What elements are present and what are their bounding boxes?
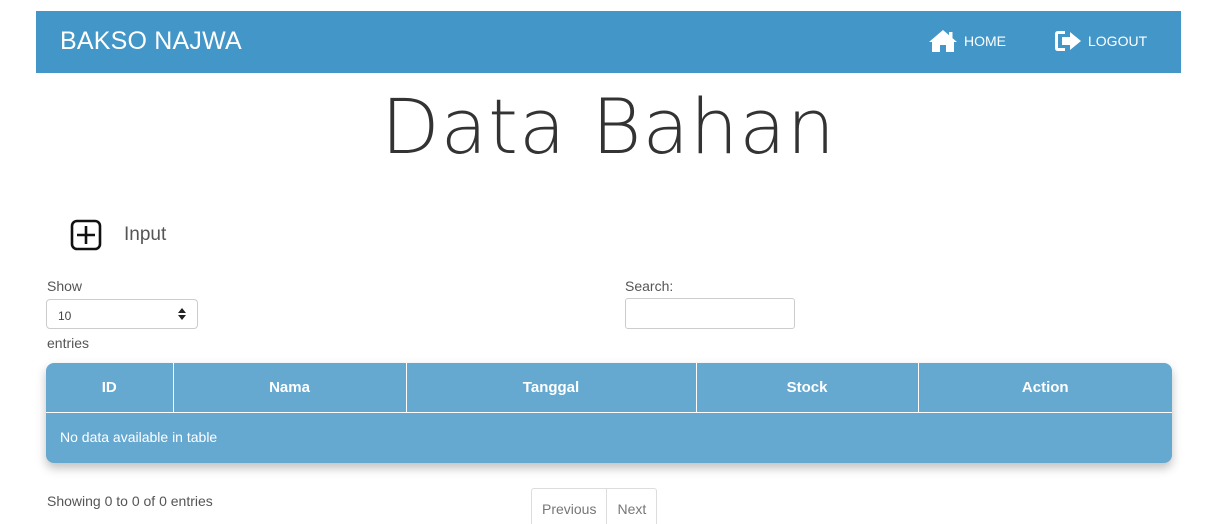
- column-header-nama[interactable]: Nama: [173, 363, 407, 413]
- navbar: BAKSO NAJWA HOME LOGOUT: [36, 11, 1181, 73]
- nav-logout-link[interactable]: LOGOUT: [1054, 26, 1147, 56]
- nav-logout-label: LOGOUT: [1088, 33, 1148, 49]
- pagination: Previous Next: [531, 488, 658, 524]
- nav-home-link[interactable]: HOME: [928, 26, 1006, 56]
- home-icon: [929, 30, 957, 52]
- search-input[interactable]: [625, 298, 795, 329]
- select-caret-icon: [178, 308, 186, 320]
- show-label: Show: [47, 278, 83, 294]
- data-table: ID Nama Tanggal Stock Action No data ava…: [46, 363, 1172, 463]
- entries-label: entries: [47, 335, 90, 351]
- nav-home-label: HOME: [964, 33, 1006, 49]
- table-info: Showing 0 to 0 of 0 entries: [47, 493, 213, 509]
- table-row: No data available in table: [46, 412, 1172, 462]
- column-header-stock[interactable]: Stock: [696, 363, 919, 413]
- page-title: Data Bahan: [381, 82, 836, 171]
- input-label: Input: [124, 224, 167, 245]
- brand-title[interactable]: BAKSO NAJWA: [60, 27, 242, 56]
- search-label: Search:: [625, 278, 674, 294]
- column-header-id[interactable]: ID: [46, 363, 174, 413]
- column-header-action[interactable]: Action: [918, 363, 1172, 413]
- logout-icon: [1055, 31, 1081, 51]
- previous-button[interactable]: Previous: [532, 489, 606, 524]
- entries-per-page-select[interactable]: 10: [46, 299, 198, 329]
- input-button[interactable]: Input: [70, 219, 166, 251]
- next-button[interactable]: Next: [606, 489, 656, 524]
- table-header-row: ID Nama Tanggal Stock Action: [46, 363, 1172, 413]
- column-header-tanggal[interactable]: Tanggal: [406, 363, 697, 413]
- plus-square-icon: [70, 219, 102, 251]
- entries-per-page-value: 10: [58, 309, 72, 323]
- empty-table-message: No data available in table: [60, 429, 218, 446]
